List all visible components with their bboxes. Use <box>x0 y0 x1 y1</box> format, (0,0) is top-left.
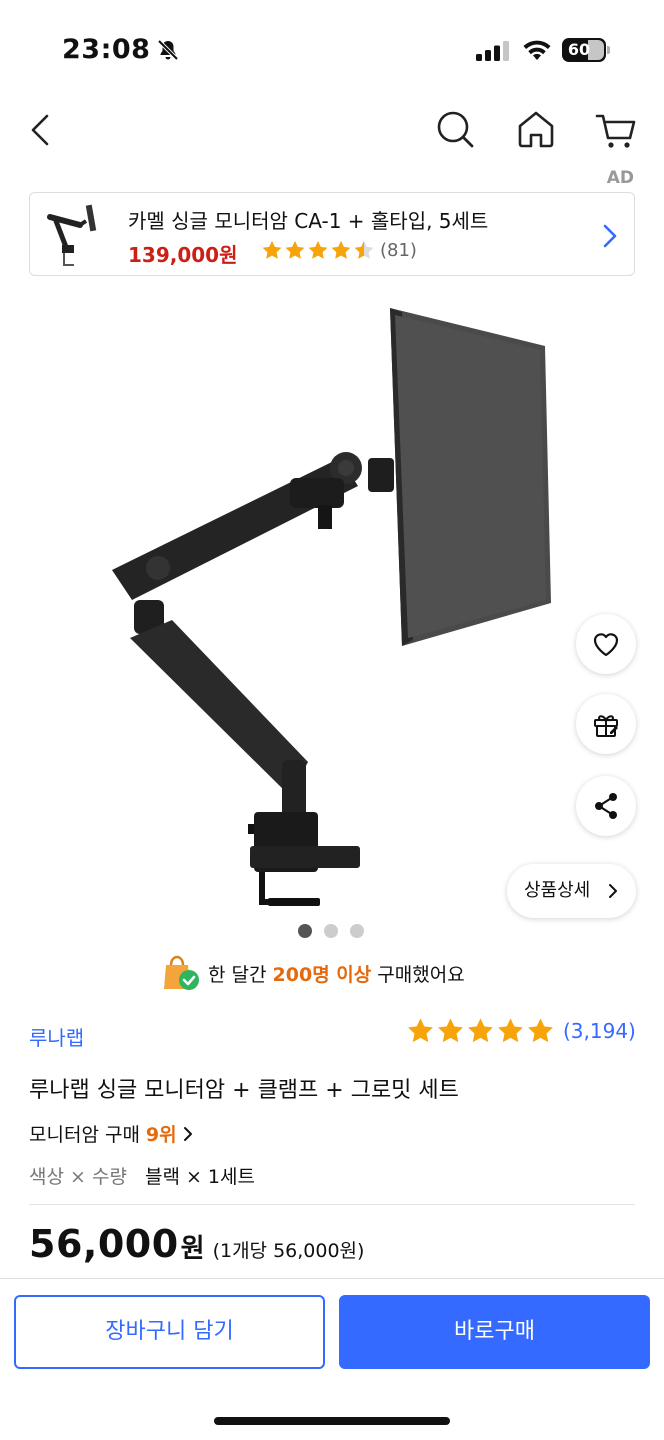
option-value: 블랙 × 1세트 <box>144 1166 255 1188</box>
bell-off-icon <box>157 39 179 61</box>
star-icon <box>468 1018 493 1043</box>
share-button[interactable] <box>576 776 636 836</box>
rank-value: 9위 <box>145 1124 177 1146</box>
star-icon <box>354 240 374 259</box>
star-icon <box>438 1018 463 1043</box>
back-chevron-icon <box>31 114 49 146</box>
star-icon <box>308 240 328 259</box>
ad-product-thumbnail <box>47 204 97 266</box>
gallery-dot[interactable] <box>298 924 312 938</box>
bottom-action-bar: 장바구니 담기 바로구매 <box>0 1278 664 1440</box>
ad-label: AD <box>606 168 634 188</box>
product-detail-label: 상품상세 <box>524 880 591 901</box>
product-title: 루나랩 싱글 모니터암 + 클램프 + 그로밋 세트 <box>29 1078 459 1103</box>
gallery-dot[interactable] <box>350 924 364 938</box>
ad-title: 카멜 싱글 모니터암 CA-1 + 홀타입, 5세트 <box>128 209 489 233</box>
wifi-icon <box>523 40 551 60</box>
cellular-signal-icon <box>476 41 509 61</box>
cart-button[interactable] <box>592 104 642 154</box>
star-icon <box>331 240 351 259</box>
price: 56,000 원 (1개당 56,000원) <box>29 1222 364 1266</box>
top-nav <box>0 96 664 160</box>
search-button[interactable] <box>430 104 480 154</box>
search-icon <box>437 111 474 148</box>
star-icon <box>498 1018 523 1043</box>
divider <box>29 1204 635 1205</box>
product-rating[interactable]: (3,194) <box>406 1016 636 1045</box>
purchase-stat-highlight: 200명 이상 <box>272 963 372 986</box>
chevron-right-icon <box>603 224 617 248</box>
home-icon <box>518 111 554 148</box>
purchase-stat-prefix: 한 달간 <box>208 963 273 986</box>
cart-icon <box>595 114 636 148</box>
chevron-right-icon <box>183 1126 192 1141</box>
ad-price: 139,000원 <box>128 243 238 267</box>
product-review-count: (3,194) <box>563 1018 636 1043</box>
share-icon <box>595 793 617 819</box>
home-button[interactable] <box>511 104 561 154</box>
back-button[interactable] <box>16 104 66 154</box>
ad-banner[interactable]: 카멜 싱글 모니터암 CA-1 + 홀타입, 5세트 139,000원 (81) <box>29 192 635 276</box>
status-time: 23:08 <box>62 34 151 65</box>
category-rank[interactable]: 모니터암 구매 9위 <box>29 1120 193 1147</box>
status-bar: 23:08 60 <box>0 0 664 96</box>
gift-button[interactable] <box>576 694 636 754</box>
gallery-pagination <box>298 924 364 938</box>
star-icon <box>408 1018 433 1043</box>
ad-rating-stars <box>261 239 375 261</box>
shopping-bag-check-icon <box>164 955 199 990</box>
heart-icon <box>593 633 619 657</box>
rank-label: 모니터암 구매 <box>29 1124 140 1146</box>
product-rating-stars <box>406 1016 555 1045</box>
star-icon <box>285 240 305 259</box>
wishlist-button[interactable] <box>576 614 636 674</box>
ad-review-count: (81) <box>380 240 417 261</box>
option-label: 색상 × 수량 <box>29 1166 127 1188</box>
battery-icon: 60 <box>562 38 610 62</box>
brand-link[interactable]: 루나랩 <box>29 1022 84 1051</box>
purchase-stat-suffix: 구매했어요 <box>371 963 465 986</box>
price-amount: 56,000 <box>29 1222 179 1266</box>
product-detail-button[interactable]: 상품상세 <box>507 864 636 918</box>
home-indicator <box>214 1417 450 1425</box>
star-icon <box>262 240 282 259</box>
selected-option: 색상 × 수량 블랙 × 1세트 <box>29 1162 255 1189</box>
purchase-stat-text: 한 달간 200명 이상 구매했어요 <box>208 960 465 987</box>
chevron-right-icon <box>609 884 617 898</box>
star-icon <box>528 1018 553 1043</box>
gift-icon <box>594 715 618 737</box>
add-to-cart-button[interactable]: 장바구니 담기 <box>14 1295 325 1369</box>
purchase-stat: 한 달간 200명 이상 구매했어요 <box>162 954 465 992</box>
gallery-dot[interactable] <box>324 924 338 938</box>
buy-now-button[interactable]: 바로구매 <box>339 1295 650 1369</box>
price-currency: 원 <box>180 1234 205 1264</box>
battery-level: 60 <box>567 40 591 59</box>
product-image <box>112 308 551 906</box>
unit-price: (1개당 56,000원) <box>212 1240 365 1262</box>
